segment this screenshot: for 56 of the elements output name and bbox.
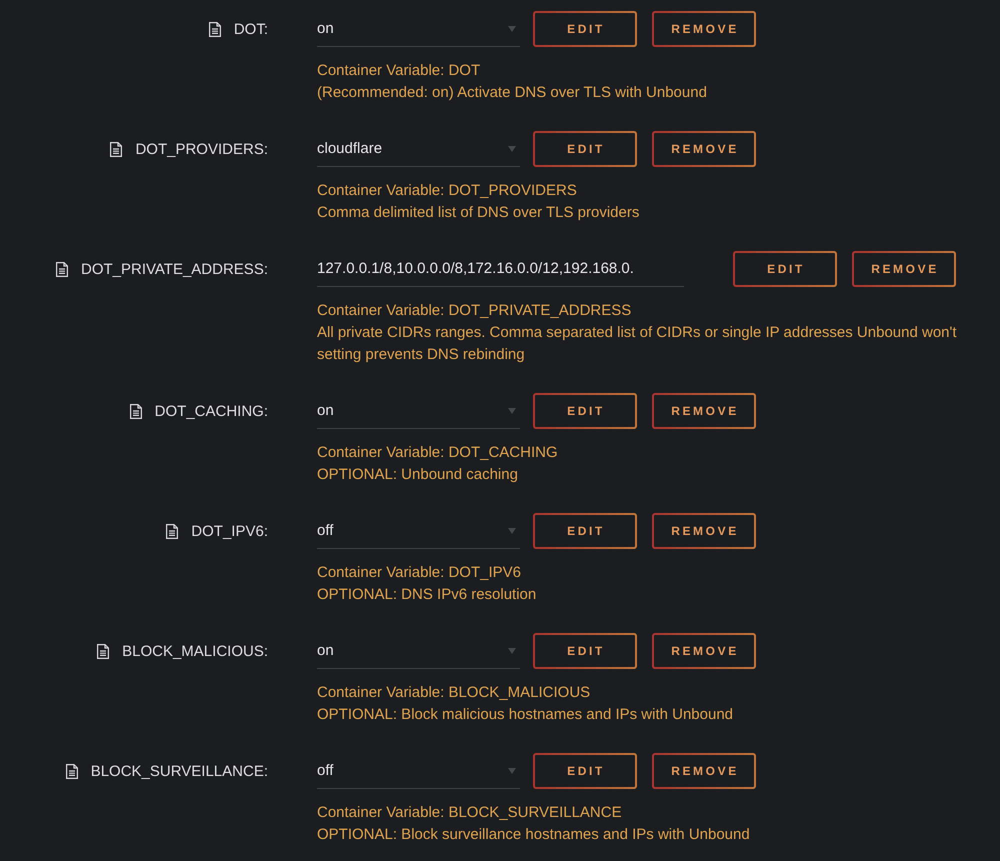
remove-button[interactable]: REMOVE (652, 633, 756, 669)
select-field[interactable]: off (317, 753, 520, 789)
remove-button[interactable]: REMOVE (852, 251, 956, 287)
variable-label: BLOCK_MALICIOUS: (122, 642, 268, 660)
document-icon (130, 404, 142, 418)
variable-label: DOT_PRIVATE_ADDRESS: (81, 260, 268, 278)
document-icon (56, 262, 68, 276)
remove-button[interactable]: REMOVE (652, 753, 756, 789)
description-text: Container Variable: BLOCK_MALICIOUS (317, 683, 592, 703)
document-icon (208, 22, 221, 36)
variable-label: DOT: (234, 20, 268, 38)
variable-label: DOT_IPV6: (191, 522, 268, 540)
description-text: Container Variable: DOT_PRIVATE_ADDRESS (317, 301, 632, 321)
description-text: OPTIONAL: DNS IPv6 resolution (317, 585, 538, 605)
variable-label: BLOCK_SURVEILLANCE: (90, 762, 268, 780)
select-field[interactable]: on (317, 393, 520, 429)
text-field[interactable]: 127.0.0.1/8,10.0.0.0/8,172.16.0.0/12,192.168.0. (317, 251, 684, 287)
document-icon (166, 524, 178, 538)
description-text: Container Variable: BLOCK_SURVEILLANCE (317, 803, 623, 823)
description-text: OPTIONAL: Block surveillance hostnames and IPs with Unbound (317, 825, 751, 845)
description-text: Comma delimited list of DNS over TLS providers (317, 203, 640, 223)
variable-label: DOT_CACHING: (154, 402, 268, 420)
remove-button[interactable]: REMOVE (652, 393, 756, 429)
document-icon (110, 142, 122, 156)
edit-button[interactable]: EDIT (533, 393, 637, 429)
remove-button[interactable]: REMOVE (652, 513, 756, 549)
description-text: Container Variable: DOT (317, 61, 482, 81)
select-field[interactable]: on (317, 11, 520, 47)
select-field[interactable]: on (317, 633, 520, 669)
description-text: Container Variable: DOT_CACHING (317, 443, 559, 463)
edit-button[interactable]: EDIT (733, 251, 837, 287)
caret-icon (508, 146, 516, 152)
description-text: setting prevents DNS rebinding (317, 345, 526, 365)
caret-icon (508, 768, 516, 774)
edit-button[interactable]: EDIT (533, 753, 637, 789)
edit-button[interactable]: EDIT (533, 633, 637, 669)
description-text: Container Variable: DOT_PROVIDERS (317, 181, 578, 201)
caret-icon (508, 528, 516, 534)
description-text: Container Variable: DOT_IPV6 (317, 563, 522, 583)
remove-button[interactable]: REMOVE (652, 11, 756, 47)
description-text: All private CIDRs ranges. Comma separated list of CIDRs or single IP addresses Unbound won't (317, 323, 958, 343)
caret-icon (508, 648, 516, 654)
edit-button[interactable]: EDIT (533, 513, 637, 549)
caret-icon (508, 408, 516, 414)
select-field[interactable]: off (317, 513, 520, 549)
select-field[interactable]: cloudflare (317, 131, 520, 167)
description-text: (Recommended: on) Activate DNS over TLS with Unbound (317, 83, 708, 103)
edit-button[interactable]: EDIT (533, 131, 637, 167)
document-icon (97, 644, 110, 658)
remove-button[interactable]: REMOVE (652, 131, 756, 167)
description-text: OPTIONAL: Unbound caching (317, 465, 519, 485)
caret-icon (508, 26, 516, 32)
variable-label: DOT_PROVIDERS: (135, 140, 268, 158)
description-text: OPTIONAL: Block malicious hostnames and IPs with Unbound (317, 705, 734, 725)
document-icon (66, 764, 78, 778)
edit-button[interactable]: EDIT (533, 11, 637, 47)
